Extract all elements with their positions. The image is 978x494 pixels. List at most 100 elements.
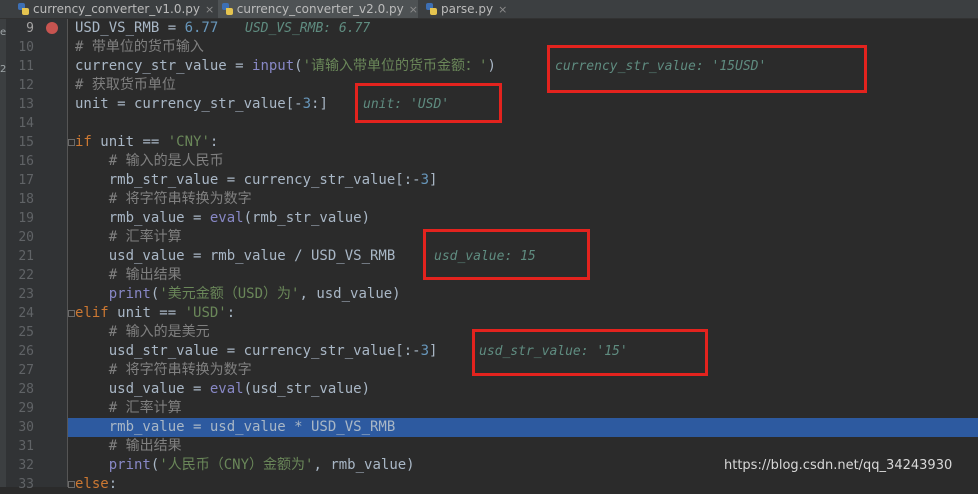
code-token: currency_str_value = [75, 58, 253, 74]
execution-line[interactable]: rmb_value = usd_value * USD_VS_RMB [68, 418, 978, 437]
code-line[interactable]: rmb_value = eval(rmb_str_value) [68, 209, 978, 228]
code-token: '美元金额（USD）为' [159, 286, 300, 302]
inline-debug-value: USD_VS_RMB: 6.77 [245, 21, 371, 36]
code-line[interactable]: # 将字符串转换为数字 [68, 190, 978, 209]
code-token: unit = currency_str_value[- [75, 96, 303, 112]
code-line[interactable]: else: [68, 475, 978, 494]
line-number[interactable]: 27 [12, 361, 34, 380]
line-number[interactable]: 21 [12, 247, 34, 266]
line-number-gutter[interactable]: 9 10 11 12 13 14 15 16 17 18 19 20 21 22 23 24 25 26 27 28 2… [6, 19, 75, 492]
editor-tab-bar: currency_converter_v1.0.py × currency_co… [0, 0, 978, 19]
code-token: print [108, 457, 151, 473]
line-number[interactable]: 17 [12, 171, 34, 190]
line-number[interactable]: 19 [12, 209, 34, 228]
code-text: USD_VS_RMB = 6.77 [75, 19, 218, 38]
code-line[interactable]: # 输入的是人民币 [68, 152, 978, 171]
code-token: , rmb_value) [313, 457, 415, 473]
line-number[interactable]: 22 [12, 266, 34, 285]
code-token: # 输入的是美元 [75, 324, 210, 340]
close-tab-icon[interactable]: × [205, 3, 214, 16]
code-line[interactable] [68, 114, 978, 133]
line-number[interactable]: 25 [12, 323, 34, 342]
code-token: 'USD' [184, 305, 227, 321]
python-file-icon [426, 2, 437, 16]
code-text: unit = currency_str_value[-3:] [75, 95, 328, 114]
line-number[interactable]: 15 [12, 133, 34, 152]
code-text: print('美元金额（USD）为', usd_value) [75, 285, 401, 304]
code-token: (usd_str_value) [243, 381, 371, 397]
code-line[interactable]: USD_VS_RMB = 6.77 USD_VS_RMB: 6.77 [68, 19, 978, 38]
code-token: eval [209, 210, 244, 226]
line-number[interactable]: 10 [12, 38, 34, 57]
line-number[interactable]: 23 [12, 285, 34, 304]
line-number[interactable]: 13 [12, 95, 34, 114]
code-token: # 输出结果 [75, 438, 182, 454]
code-text: print('人民币（CNY）金额为', rmb_value) [75, 456, 415, 475]
tab-label: currency_converter_v1.0.py [33, 2, 200, 16]
code-line[interactable]: print('美元金额（USD）为', usd_value) [68, 285, 978, 304]
code-token: usd_str_value = currency_str_value[:- [75, 343, 421, 359]
code-token: 3 [420, 343, 430, 359]
code-token: USD_VS_RMB = [75, 20, 185, 36]
tab-currency-converter-v2[interactable]: currency_converter_v2.0.py × [218, 0, 418, 18]
code-token: :] [311, 96, 328, 112]
code-token: if [75, 134, 101, 150]
code-token: # 获取货币单位 [75, 77, 176, 93]
line-number[interactable]: 12 [12, 76, 34, 95]
code-line[interactable]: rmb_str_value = currency_str_value[:-3] [68, 171, 978, 190]
line-number[interactable]: 18 [12, 190, 34, 209]
line-number[interactable]: 31 [12, 437, 34, 456]
code-text: currency_str_value = input('请输入带单位的货币金额：… [75, 57, 496, 76]
line-number[interactable]: 11 [12, 57, 34, 76]
close-tab-icon[interactable]: × [409, 3, 418, 16]
tab-label: currency_converter_v2.0.py [236, 2, 404, 16]
code-token: usd_value = [75, 381, 210, 397]
code-text: usd_value = rmb_value / USD_VS_RMB [75, 247, 396, 266]
code-token: # 带单位的货币输入 [75, 39, 204, 55]
code-token: # 输出结果 [75, 267, 182, 283]
code-token: usd_value = rmb_value / USD_VS_RMB [75, 248, 396, 264]
line-number[interactable]: 30 [12, 418, 34, 437]
line-number[interactable]: 16 [12, 152, 34, 171]
python-file-icon [18, 2, 29, 16]
code-token: input [252, 58, 295, 74]
code-token: : [209, 134, 219, 150]
line-number[interactable]: 20 [12, 228, 34, 247]
tab-currency-converter-v1[interactable]: currency_converter_v1.0.py × [14, 0, 217, 18]
code-text: usd_str_value = currency_str_value[:-3] [75, 342, 438, 361]
code-token: unit == [117, 305, 185, 321]
code-line[interactable]: unit = currency_str_value[-3:] unit: 'USD… [68, 95, 978, 114]
line-number[interactable]: 28 [12, 380, 34, 399]
annotation-box [472, 329, 708, 376]
code-text: # 输入的是人民币 [75, 152, 224, 171]
line-number[interactable]: 29 [12, 399, 34, 418]
tab-parse[interactable]: parse.py × [422, 0, 512, 18]
code-text: rmb_value = eval(rmb_str_value) [75, 209, 370, 228]
line-number[interactable]: 24 [12, 304, 34, 323]
line-number[interactable]: 26 [12, 342, 34, 361]
close-tab-icon[interactable]: × [498, 3, 507, 16]
code-text: # 输出结果 [75, 266, 182, 285]
code-line[interactable]: elif unit == 'USD': [68, 304, 978, 323]
line-number[interactable]: 32 [12, 456, 34, 475]
code-token: else [75, 476, 109, 492]
code-token: print [108, 286, 151, 302]
code-line[interactable]: if unit == 'CNY': [68, 133, 978, 152]
code-line[interactable]: # 汇率计算 [68, 399, 978, 418]
code-line[interactable]: usd_value = eval(usd_str_value) [68, 380, 978, 399]
code-text: else: [75, 475, 117, 494]
code-text: elif unit == 'USD': [75, 304, 235, 323]
breakpoint-icon[interactable] [46, 22, 58, 34]
code-line[interactable]: # 输出结果 [68, 437, 978, 456]
line-number[interactable]: 33 [12, 475, 34, 494]
code-text: if unit == 'CNY': [75, 133, 218, 152]
code-text: # 汇率计算 [75, 399, 182, 418]
line-number[interactable]: 14 [12, 114, 34, 133]
annotation-box [423, 229, 590, 280]
code-text: # 输出结果 [75, 437, 182, 456]
code-token: rmb_value = usd_value * USD_VS_RMB [75, 419, 396, 435]
code-token: ) [487, 58, 496, 74]
line-number[interactable]: 9 [12, 19, 34, 38]
annotation-box [547, 45, 867, 93]
